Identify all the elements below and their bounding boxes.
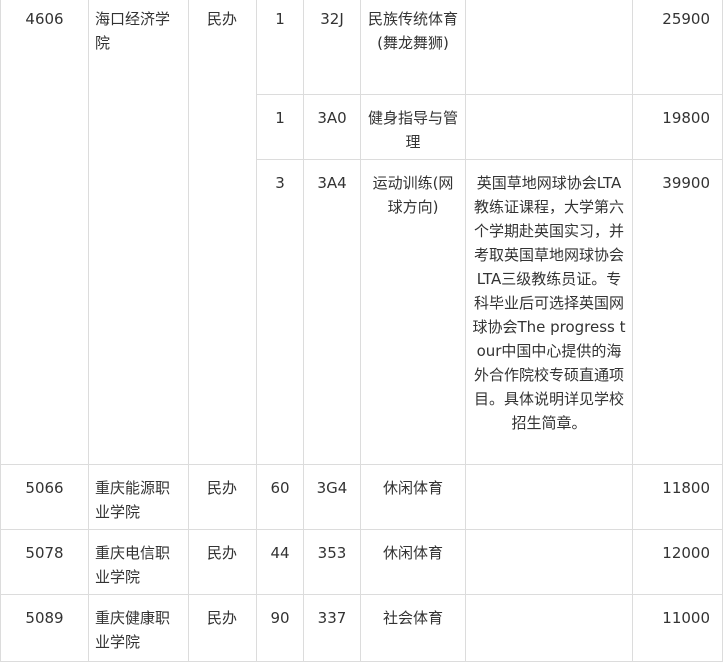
school-type-cell: 民办 [188,529,257,595]
major-name-cell: 健身指导与管理 [360,94,466,160]
table-row: 5089 重庆健康职业学院 民办 90 337 社会体育 11000 [0,594,723,662]
note-cell [465,464,633,530]
major-name-cell: 社会体育 [360,594,466,662]
note-cell [465,0,633,95]
tuition-cell: 12000 [632,529,723,595]
school-code-cell: 5089 [0,594,89,662]
major-code-cell: 32J [303,0,361,95]
tuition-cell: 11800 [632,464,723,530]
major-code-cell: 3G4 [303,464,361,530]
school-name-cell: 重庆电信职业学院 [88,529,189,595]
major-code-cell: 3A0 [303,94,361,160]
table-row: 4606 海口经济学院 民办 1 32J 民族传统体育(舞龙舞狮) 25900 [0,0,723,465]
tuition-cell: 25900 [632,0,723,95]
school-name-cell: 海口经济学院 [88,0,189,465]
major-name-cell: 运动训练(网球方向) [360,159,466,465]
plan-count-cell: 90 [256,594,304,662]
plan-count-cell: 1 [256,94,304,160]
school-code-cell: 4606 [0,0,89,465]
plan-count-cell: 1 [256,0,304,95]
plan-count-cell: 44 [256,529,304,595]
school-code-cell: 5066 [0,464,89,530]
tuition-cell: 19800 [632,94,723,160]
table-row: 5078 重庆电信职业学院 民办 44 353 休闲体育 12000 [0,529,723,595]
tuition-cell: 11000 [632,594,723,662]
school-name-cell: 重庆能源职业学院 [88,464,189,530]
school-type-cell: 民办 [188,464,257,530]
table-row: 5066 重庆能源职业学院 民办 60 3G4 休闲体育 11800 [0,464,723,530]
major-code-cell: 3A4 [303,159,361,465]
major-name-cell: 休闲体育 [360,464,466,530]
admission-table: 4606 海口经济学院 民办 1 32J 民族传统体育(舞龙舞狮) 25900 … [0,0,723,662]
note-cell: 英国草地网球协会LTA教练证课程，大学第六个学期赴英国实习，并考取英国草地网球协… [465,159,633,465]
school-name-cell: 重庆健康职业学院 [88,594,189,662]
note-cell [465,529,633,595]
plan-count-cell: 60 [256,464,304,530]
tuition-cell: 39900 [632,159,723,465]
note-cell [465,94,633,160]
major-name-cell: 休闲体育 [360,529,466,595]
major-name-cell: 民族传统体育(舞龙舞狮) [360,0,466,95]
school-code-cell: 5078 [0,529,89,595]
plan-count-cell: 3 [256,159,304,465]
note-cell [465,594,633,662]
school-type-cell: 民办 [188,0,257,465]
major-code-cell: 353 [303,529,361,595]
major-code-cell: 337 [303,594,361,662]
school-type-cell: 民办 [188,594,257,662]
